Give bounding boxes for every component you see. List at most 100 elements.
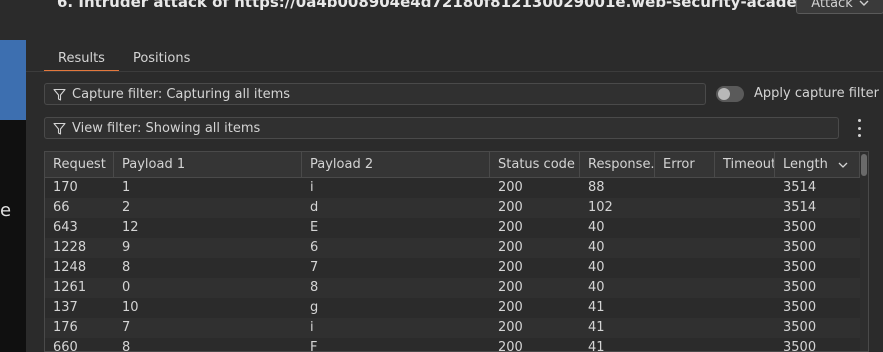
cell-payload-1: 9 [122, 240, 131, 255]
table-row[interactable]: 1228 9 6 200 40 3500 [45, 238, 860, 258]
toggle-knob [718, 88, 730, 100]
cell-error [655, 318, 715, 338]
table-body: 170 1 i 200 88 3514 66 2 d 200 102 3514 643 12 E 200 40 3… [45, 178, 860, 352]
cell-timeout [715, 298, 775, 318]
background-window-blue [0, 40, 26, 120]
column-header-length-label: Length [783, 157, 828, 172]
cell-request: 170 [53, 180, 78, 195]
table-scrollbar[interactable] [860, 152, 868, 351]
cell-payload-2: 6 [310, 240, 319, 255]
cell-request: 1248 [53, 260, 87, 275]
cell-request: 660 [53, 340, 78, 352]
apply-capture-filter-label: Apply capture filter [754, 86, 879, 101]
table-row[interactable]: 137 10 g 200 41 3500 [45, 298, 860, 318]
cell-status-code: 200 [498, 300, 523, 315]
cell-length: 3514 [783, 200, 817, 215]
cell-payload-2: i [310, 320, 314, 335]
results-table: Request Payload 1 Payload 2 Status code … [44, 151, 869, 352]
cell-payload-2: 7 [310, 260, 319, 275]
cell-payload-1: 8 [122, 260, 131, 275]
cell-payload-2: 8 [310, 280, 319, 295]
cell-request: 1261 [53, 280, 87, 295]
cell-length: 3500 [783, 280, 817, 295]
scrollbar-thumb[interactable] [861, 154, 867, 176]
column-header-payload-1[interactable]: Payload 1 [114, 152, 302, 177]
attack-button[interactable]: Attack [796, 0, 883, 14]
column-header-response[interactable]: Response... [580, 152, 655, 177]
cell-timeout [715, 238, 775, 258]
cell-request: 643 [53, 220, 78, 235]
cell-payload-1: 10 [122, 300, 139, 315]
table-row[interactable]: 660 8 F 200 41 3500 [45, 338, 860, 352]
tab-results[interactable]: Results [44, 48, 119, 72]
cell-payload-1: 8 [122, 340, 131, 352]
column-header-error[interactable]: Error [655, 152, 715, 177]
table-row[interactable]: 1248 8 7 200 40 3500 [45, 258, 860, 278]
cell-status-code: 200 [498, 280, 523, 295]
cell-request: 1228 [53, 240, 87, 255]
table-row[interactable]: 170 1 i 200 88 3514 [45, 178, 860, 198]
cell-length: 3500 [783, 220, 817, 235]
cell-error [655, 198, 715, 218]
view-filter-text: View filter: Showing all items [72, 120, 261, 136]
cell-response: 40 [588, 260, 605, 275]
cell-payload-1: 0 [122, 280, 131, 295]
cell-error [655, 338, 715, 351]
cell-timeout [715, 198, 775, 218]
cell-response: 41 [588, 300, 605, 315]
background-window-dark [0, 120, 26, 352]
cell-response: 40 [588, 240, 605, 255]
table-row[interactable]: 176 7 i 200 41 3500 [45, 318, 860, 338]
column-header-length[interactable]: Length [775, 152, 860, 177]
cell-request: 66 [53, 200, 70, 215]
cell-error [655, 258, 715, 278]
cell-request: 176 [53, 320, 78, 335]
cell-response: 88 [588, 180, 605, 195]
cell-timeout [715, 218, 775, 238]
cell-length: 3500 [783, 240, 817, 255]
cell-payload-2: F [310, 340, 318, 352]
title-bar: 6. Intruder attack of https://0a4b008904… [26, 0, 883, 16]
table-row[interactable]: 643 12 E 200 40 3500 [45, 218, 860, 238]
chevron-down-icon [859, 0, 869, 6]
cell-response: 41 [588, 320, 605, 335]
capture-filter-bar[interactable]: Capture filter: Capturing all items [44, 83, 706, 105]
background-window: e [0, 0, 26, 352]
cell-response: 40 [588, 280, 605, 295]
cell-payload-2: E [310, 220, 319, 235]
table-row[interactable]: 1261 0 8 200 40 3500 [45, 278, 860, 298]
cell-status-code: 200 [498, 260, 523, 275]
view-filter-bar[interactable]: View filter: Showing all items [44, 117, 839, 139]
cell-length: 3500 [783, 340, 817, 352]
background-window-glyph: e [0, 200, 12, 221]
cell-status-code: 200 [498, 180, 523, 195]
cell-payload-1: 2 [122, 200, 131, 215]
cell-response: 102 [588, 200, 613, 215]
cell-response: 40 [588, 220, 605, 235]
table-row[interactable]: 66 2 d 200 102 3514 [45, 198, 860, 218]
cell-error [655, 278, 715, 298]
tab-positions[interactable]: Positions [119, 48, 204, 70]
cell-length: 3514 [783, 180, 817, 195]
cell-timeout [715, 178, 775, 198]
column-header-request[interactable]: Request [45, 152, 114, 177]
cell-payload-2: i [310, 180, 314, 195]
apply-capture-filter-toggle[interactable] [716, 86, 744, 102]
cell-error [655, 298, 715, 318]
window-title: 6. Intruder attack of https://0a4b008904… [57, 0, 855, 11]
cell-payload-1: 12 [122, 220, 139, 235]
cell-length: 3500 [783, 320, 817, 335]
capture-filter-text: Capture filter: Capturing all items [72, 86, 291, 102]
column-header-payload-2[interactable]: Payload 2 [302, 152, 490, 177]
column-header-timeout[interactable]: Timeout [715, 152, 775, 177]
more-options-icon[interactable] [855, 119, 863, 137]
cell-timeout [715, 278, 775, 298]
attack-button-label: Attack [811, 0, 853, 11]
cell-error [655, 218, 715, 238]
tab-divider [26, 71, 883, 72]
column-header-status-code[interactable]: Status code [490, 152, 580, 177]
cell-length: 3500 [783, 300, 817, 315]
cell-payload-1: 1 [122, 180, 131, 195]
table-header: Request Payload 1 Payload 2 Status code … [45, 152, 860, 178]
cell-payload-1: 7 [122, 320, 131, 335]
